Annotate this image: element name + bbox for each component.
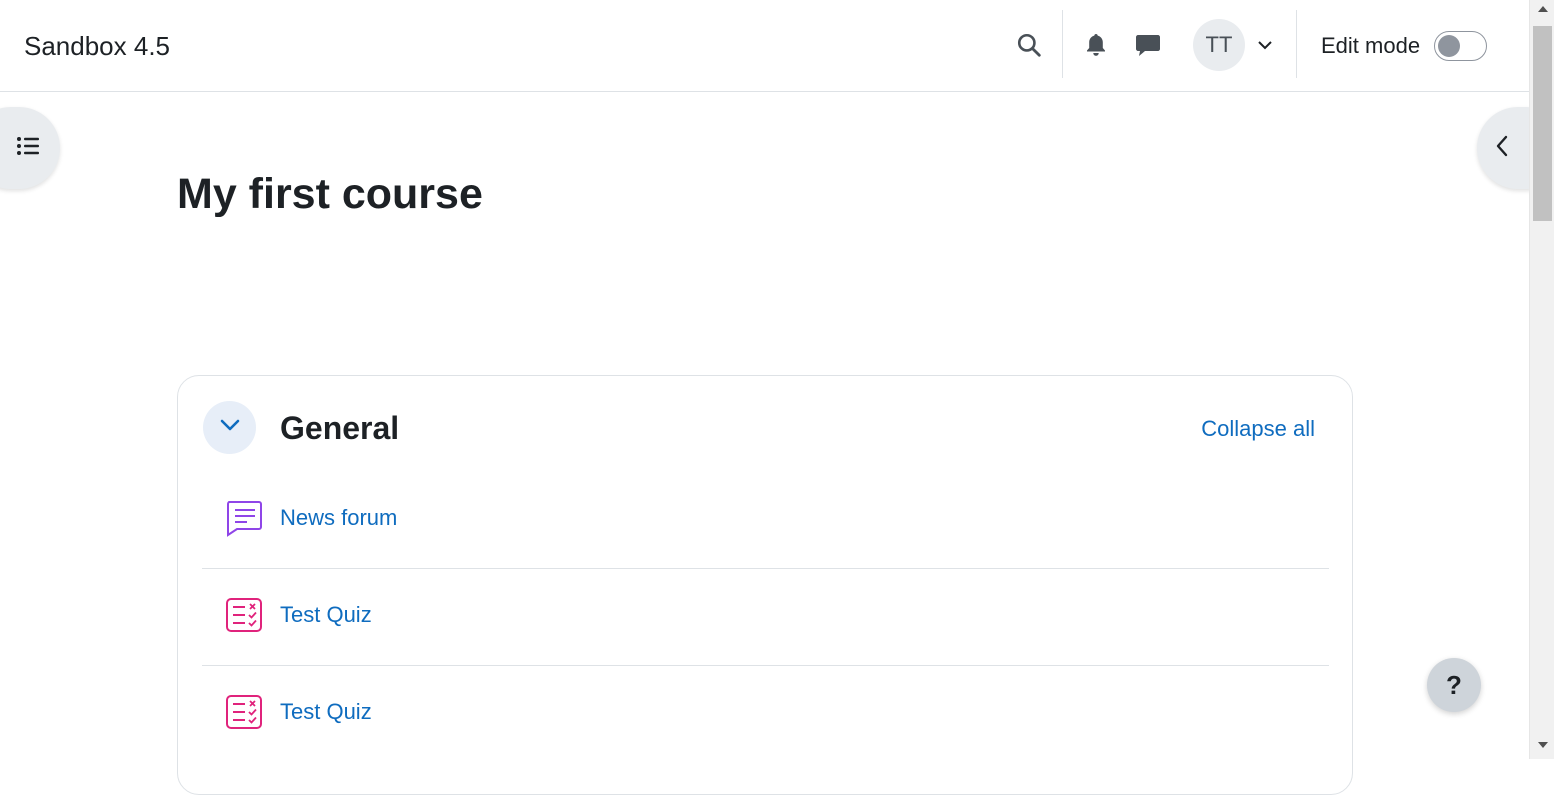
chevron-left-icon [1495, 134, 1509, 163]
scroll-down-icon[interactable] [1538, 742, 1548, 748]
page-scrollbar[interactable] [1529, 0, 1554, 759]
avatar-initials: TT [1205, 32, 1233, 57]
course-section-general: General Collapse all News forum Test Qui… [177, 375, 1353, 795]
toggle-knob [1438, 35, 1460, 57]
page-title: My first course [177, 170, 483, 218]
activity-item: Test Quiz [202, 666, 1329, 763]
forum-icon[interactable] [225, 499, 263, 537]
search-icon[interactable] [1014, 30, 1044, 60]
section-title[interactable]: General [280, 410, 399, 447]
top-navbar: Sandbox 4.5 TT Edit mode [0, 0, 1529, 92]
scroll-up-icon[interactable] [1538, 6, 1548, 12]
navbar-divider [1296, 10, 1297, 78]
section-collapse-button[interactable] [203, 401, 256, 454]
edit-mode-label: Edit mode [1321, 33, 1421, 58]
question-icon: ? [1446, 669, 1462, 700]
avatar[interactable]: TT [1193, 19, 1245, 71]
activity-link[interactable]: News forum [280, 505, 397, 531]
scroll-thumb[interactable] [1533, 26, 1552, 221]
list-icon [16, 136, 40, 161]
activity-link[interactable]: Test Quiz [280, 699, 372, 725]
course-index-toggle[interactable] [0, 107, 60, 189]
navbar-divider [1062, 10, 1063, 78]
quiz-icon[interactable] [225, 596, 263, 634]
activity-item: News forum [202, 472, 1329, 569]
collapse-all-link[interactable]: Collapse all [1201, 416, 1315, 442]
activity-link[interactable]: Test Quiz [280, 602, 372, 628]
chevron-down-icon [219, 418, 241, 437]
site-name[interactable]: Sandbox 4.5 [24, 31, 170, 62]
chat-bubble-icon[interactable] [1133, 30, 1163, 60]
bell-icon[interactable] [1081, 30, 1111, 60]
quiz-icon[interactable] [225, 693, 263, 731]
activity-item: Test Quiz [202, 569, 1329, 666]
help-button[interactable]: ? [1427, 658, 1481, 712]
edit-mode-toggle[interactable] [1434, 31, 1487, 61]
chevron-down-icon[interactable] [1250, 30, 1280, 60]
